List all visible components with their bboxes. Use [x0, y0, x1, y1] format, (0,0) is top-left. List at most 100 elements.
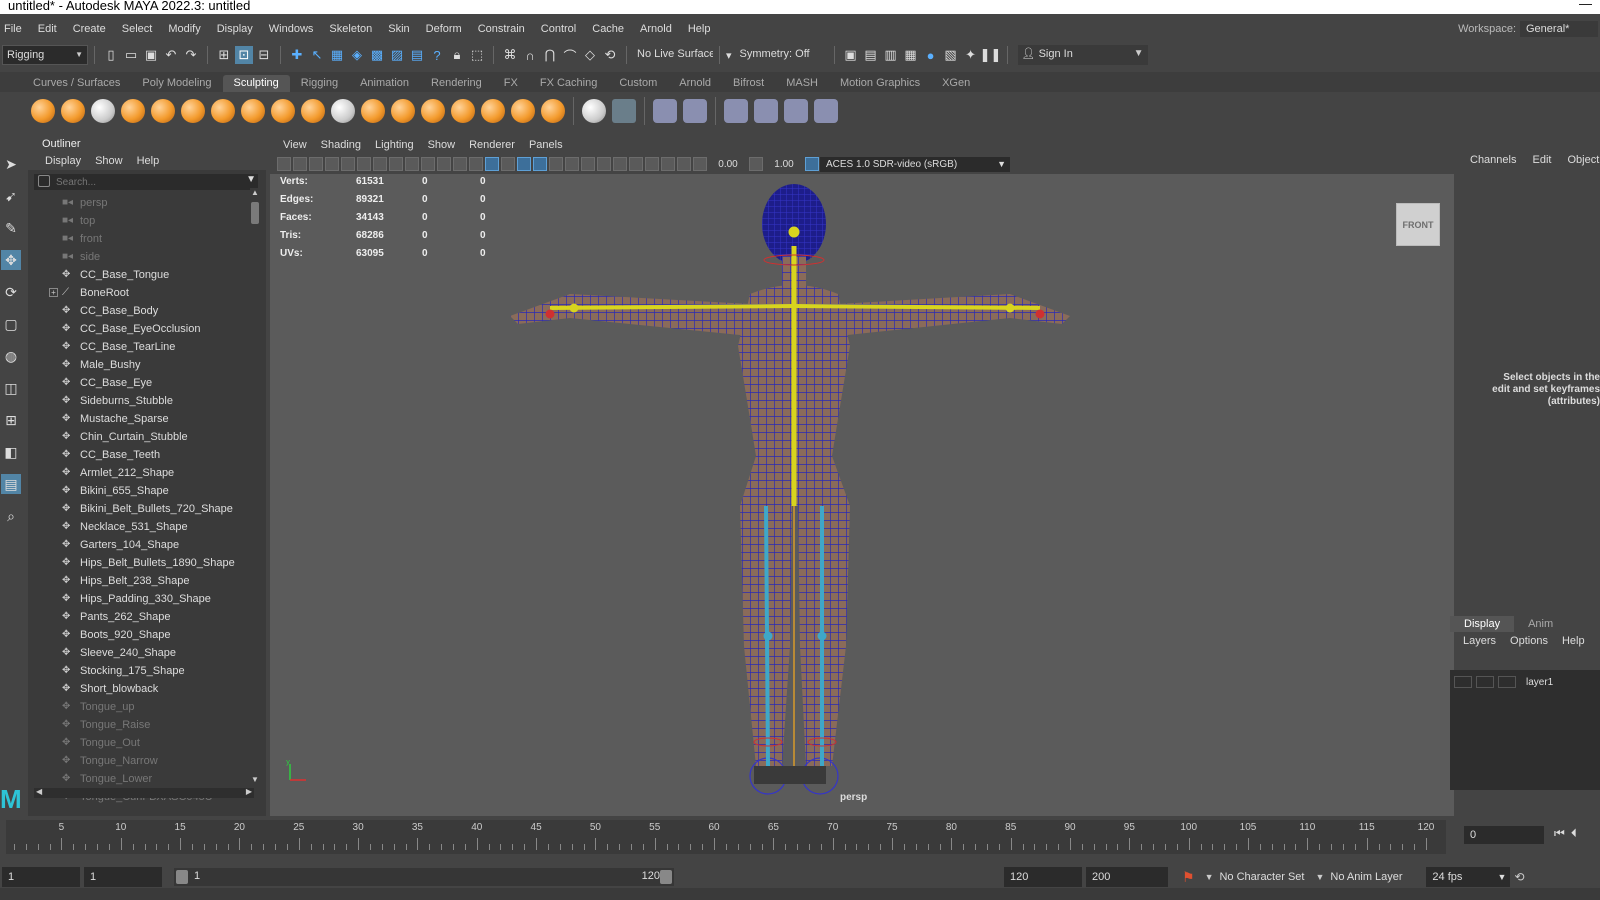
shelf-tab-mash[interactable]: MASH [775, 75, 829, 92]
outliner-item[interactable]: ✥ Bikini_Belt_Bullets_720_Shape [34, 500, 249, 518]
snap-curve-icon[interactable]: ▩ [368, 46, 386, 64]
shelf-tab-custom[interactable]: Custom [608, 75, 668, 92]
outliner-search-input[interactable] [56, 176, 246, 188]
shelf-tab-bifrost[interactable]: Bifrost [722, 75, 775, 92]
snap-surface-icon[interactable]: ⌒ [561, 46, 579, 64]
gate-mask-icon[interactable] [421, 157, 435, 171]
outliner-item[interactable]: ✥ Mustache_Sparse [34, 410, 249, 428]
add-target-icon[interactable] [754, 99, 778, 123]
menu-skeleton[interactable]: Skeleton [321, 23, 380, 35]
menu-windows[interactable]: Windows [261, 23, 322, 35]
menu-skin[interactable]: Skin [380, 23, 417, 35]
chevron-down-icon[interactable]: ▾ [726, 49, 732, 62]
layout-icon[interactable]: ◫ [1, 378, 21, 398]
paint-select-icon[interactable]: ✎ [1, 218, 21, 238]
tab-display[interactable]: Display [1450, 616, 1515, 632]
undo-icon[interactable]: ↶ [162, 46, 180, 64]
filter-icon[interactable] [38, 175, 50, 187]
shelf-tab-animation[interactable]: Animation [349, 75, 420, 92]
fps-dropdown[interactable]: 24 fps ▼ [1426, 867, 1511, 887]
motion-blur-icon[interactable] [597, 157, 611, 171]
menu-constrain[interactable]: Constrain [470, 23, 533, 35]
scroll-thumb[interactable] [251, 202, 259, 224]
shelf-tab-sculpting[interactable]: Sculpting [222, 75, 290, 92]
outliner-item[interactable]: ✥ Hips_Belt_238_Shape [34, 572, 249, 590]
layer-menu-layers[interactable]: Layers [1456, 635, 1503, 647]
bookmark-icon[interactable] [309, 157, 323, 171]
resolution-gate-icon[interactable] [405, 157, 419, 171]
render-view-icon[interactable]: ▣ [842, 46, 860, 64]
xray-joints-icon[interactable] [661, 157, 675, 171]
menu-create[interactable]: Create [65, 23, 114, 35]
menu-select[interactable]: Select [114, 23, 161, 35]
outliner-menu-help[interactable]: Help [130, 155, 167, 167]
anim-layer-dropdown[interactable]: No Anim Layer [1330, 871, 1426, 883]
viewport-menu-renderer[interactable]: Renderer [462, 139, 522, 151]
layer-menu-help[interactable]: Help [1555, 635, 1592, 647]
outliner-item[interactable]: ✥ Tongue_Lower [34, 770, 249, 788]
outliner-item[interactable]: ✥ Tongue_up [34, 698, 249, 716]
snap-live-icon[interactable]: ◇ [581, 46, 599, 64]
layer-visibility-toggle[interactable] [1454, 676, 1472, 688]
outliner-menu-display[interactable]: Display [38, 155, 88, 167]
outliner-item[interactable]: ✥ Stocking_175_Shape [34, 662, 249, 680]
minimize-button[interactable]: — [1579, 0, 1592, 10]
open-scene-icon[interactable]: ▭ [122, 46, 140, 64]
sculpt-tool-icon[interactable] [31, 99, 55, 123]
camera-icon[interactable] [277, 157, 291, 171]
arnold-ipr-icon[interactable]: ✦ [962, 46, 980, 64]
chevron-down-icon[interactable]: ▼ [1315, 872, 1324, 882]
tab-anim[interactable]: Anim [1514, 616, 1567, 632]
sculpt-layer-icon[interactable] [784, 99, 808, 123]
repeat-tool-icon[interactable] [271, 99, 295, 123]
shelf-tab-motion-graphics[interactable]: Motion Graphics [829, 75, 931, 92]
pose-editor-icon[interactable] [683, 99, 707, 123]
select-arrow-icon[interactable]: ➤ [1, 154, 21, 174]
chevron-down-icon[interactable]: ▼ [246, 174, 256, 185]
outliner-item[interactable]: ✥ Hips_Belt_Bullets_1890_Shape [34, 554, 249, 572]
outliner-item[interactable]: ✥ Tongue_Raise [34, 716, 249, 734]
outliner-item[interactable]: + ⟋ BoneRoot [34, 284, 249, 302]
channel-box-menu-channels[interactable]: Channels [1462, 154, 1524, 166]
ipr-render-icon[interactable]: ▥ [882, 46, 900, 64]
step-back-icon[interactable]: ⏴ [1571, 826, 1577, 841]
shelf-tab-fx-caching[interactable]: FX Caching [529, 75, 608, 92]
blend-shape-icon[interactable] [653, 99, 677, 123]
select-hierarchy-icon[interactable]: ⊞ [215, 46, 233, 64]
gamma-field[interactable]: 1.00 [764, 159, 804, 170]
paint-select-icon[interactable]: ▦ [328, 46, 346, 64]
fill-tool-icon[interactable] [391, 99, 415, 123]
loop-icon[interactable]: ⟲ [1514, 870, 1524, 884]
menu-control[interactable]: Control [533, 23, 584, 35]
two-view-icon[interactable]: ◧ [1, 442, 21, 462]
range-start-handle[interactable] [176, 870, 188, 884]
menu-display[interactable]: Display [209, 23, 261, 35]
smear-tool-icon[interactable] [451, 99, 475, 123]
relax-tool-icon[interactable] [91, 99, 115, 123]
snap-grid-icon[interactable]: ◈ [348, 46, 366, 64]
layer-playback-toggle[interactable] [1476, 676, 1494, 688]
new-scene-icon[interactable]: ▯ [102, 46, 120, 64]
snap-together-icon[interactable]: ⌘ [501, 46, 519, 64]
render-settings-icon[interactable]: ▦ [902, 46, 920, 64]
image-plane-icon[interactable] [325, 157, 339, 171]
outliner-item[interactable]: ✥ Boots_920_Shape [34, 626, 249, 644]
hypershade-icon[interactable]: ● [922, 46, 940, 64]
outliner-item[interactable]: ✥ Necklace_531_Shape [34, 518, 249, 536]
help-icon[interactable]: ? [428, 46, 446, 64]
viewport-menu-lighting[interactable]: Lighting [368, 139, 421, 151]
outliner-item[interactable]: ✥ CC_Base_Tongue [34, 266, 249, 284]
time-slider[interactable]: 5 10 15 20 25 30 35 40 45 50 55 60 65 70 75 80 85 90 95 100… [0, 820, 1600, 858]
sign-in-button[interactable]: 👤︎ Sign In ▼ [1017, 45, 1148, 65]
shelf-tab-rigging[interactable]: Rigging [290, 75, 349, 92]
select-component-icon[interactable]: ⊟ [255, 46, 273, 64]
outliner-item[interactable]: ✥ Tongue_Narrow [34, 752, 249, 770]
command-line[interactable] [0, 888, 1600, 900]
anim-end-field[interactable]: 200 [1086, 867, 1168, 887]
outliner-item[interactable]: ✥ Sideburns_Stubble [34, 392, 249, 410]
move-tool-icon[interactable]: ✥ [1, 250, 21, 270]
viewport-menu-shading[interactable]: Shading [314, 139, 368, 151]
spray-tool-icon[interactable] [241, 99, 265, 123]
film-gate-icon[interactable] [389, 157, 403, 171]
menu-help[interactable]: Help [680, 23, 719, 35]
